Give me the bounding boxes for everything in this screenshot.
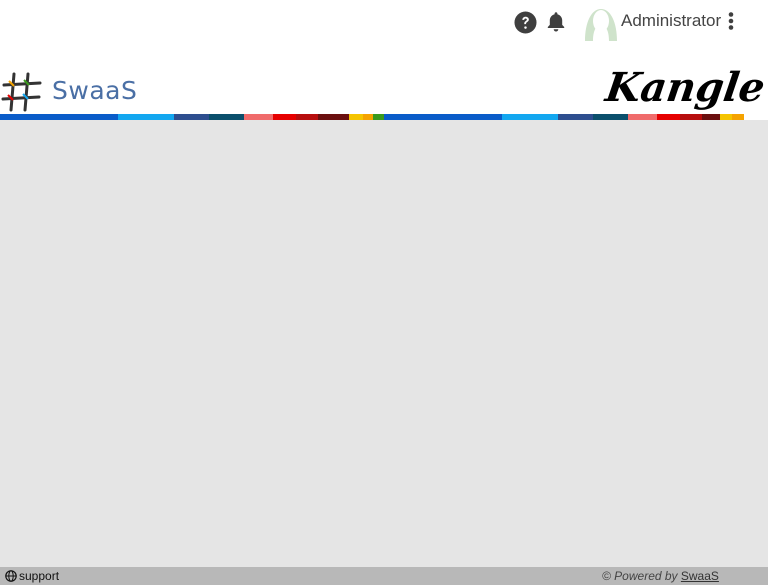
top-bar: Administrator <box>0 0 768 60</box>
support-link[interactable]: support <box>5 567 59 585</box>
powered-by: © Powered by SwaaS <box>602 567 719 585</box>
swaas-logo[interactable] <box>0 70 130 114</box>
question-circle-icon[interactable] <box>514 11 537 34</box>
hash-logo-icon <box>1 72 42 112</box>
support-label[interactable]: support <box>19 567 59 585</box>
main-content-area <box>0 120 768 567</box>
kangle-logo[interactable]: Kangle <box>602 63 767 113</box>
user-avatar-icon[interactable] <box>583 9 619 41</box>
username-label[interactable]: Administrator <box>621 11 721 31</box>
footer: support © Powered by SwaaS <box>0 567 768 585</box>
kebab-menu-icon[interactable] <box>727 12 735 30</box>
powered-by-text: © Powered by <box>602 569 678 583</box>
bell-icon[interactable] <box>544 10 568 34</box>
page: Administrator SwaaS Kangle support © Pow… <box>0 0 768 585</box>
globe-icon <box>5 570 17 582</box>
swaas-footer-link[interactable]: SwaaS <box>681 569 719 583</box>
